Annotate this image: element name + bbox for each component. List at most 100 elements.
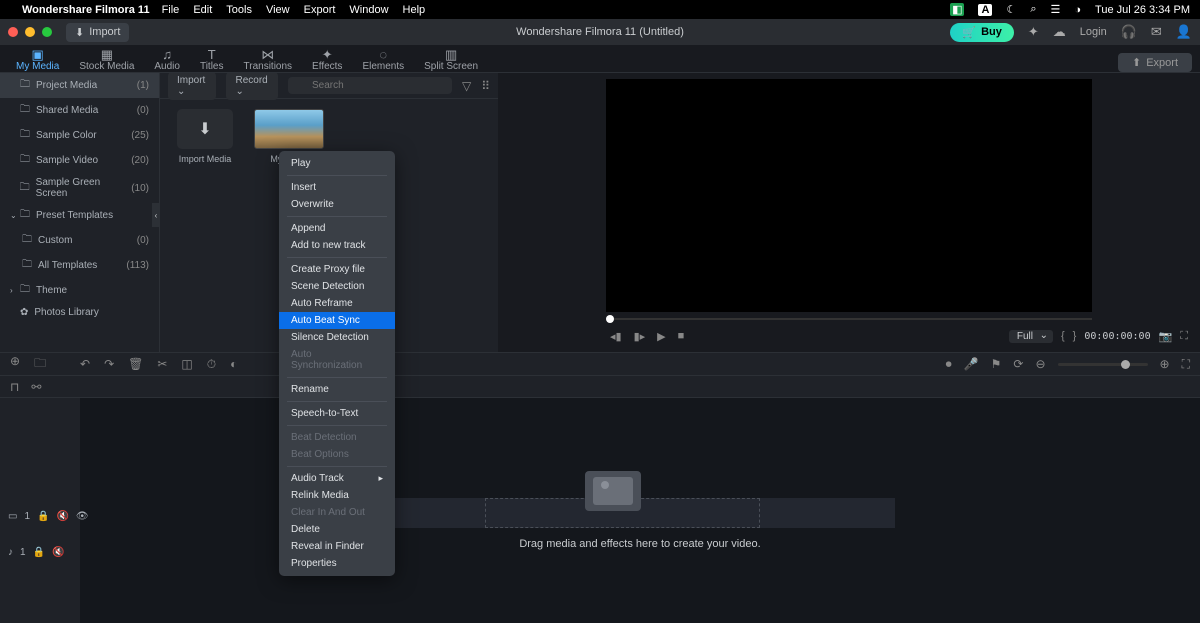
context-menu-item[interactable]: Speech-to-Text (279, 405, 395, 422)
menu-edit[interactable]: Edit (193, 4, 212, 16)
record-button[interactable]: ⏺ (946, 357, 952, 372)
zoom-knob[interactable] (1121, 360, 1130, 369)
context-menu-item[interactable]: Auto Beat Sync (279, 312, 395, 329)
status-icon-a[interactable]: A (978, 4, 992, 16)
mark-in-button[interactable]: { (1061, 330, 1065, 342)
context-menu-item[interactable]: Properties (279, 555, 395, 572)
context-menu-item[interactable]: Play (279, 155, 395, 172)
dnd-icon[interactable]: ☾ (1006, 3, 1016, 16)
sidebar-item-theme[interactable]: ›🗀Theme (0, 278, 159, 303)
tab-effects[interactable]: ✦Effects (302, 48, 352, 72)
context-menu-item[interactable]: Insert (279, 179, 395, 196)
siri-icon[interactable]: ◑ (1074, 4, 1081, 16)
render-button[interactable]: ⟳ (1013, 357, 1023, 371)
menu-tools[interactable]: Tools (226, 4, 252, 16)
tab-transitions[interactable]: ⋈Transitions (234, 48, 303, 72)
tab-elements[interactable]: ◌Elements (352, 48, 414, 72)
context-menu-item[interactable]: Rename (279, 381, 395, 398)
next-frame-button[interactable]: ▮▸ (634, 330, 646, 343)
mixer-button[interactable]: 🎤 (964, 357, 979, 371)
sidebar-item-sample-video[interactable]: 🗀Sample Video(20) (0, 148, 159, 173)
add-track-button[interactable]: ⊕ (10, 354, 20, 375)
split-button[interactable]: ✂ (157, 357, 167, 372)
sidebar-item-photos-library[interactable]: ✿Photos Library (0, 303, 159, 322)
mark-out-button[interactable]: } (1073, 330, 1077, 342)
sidebar-item-preset-templates[interactable]: ⌄🗀Preset Templates (0, 203, 159, 228)
buy-button[interactable]: 🛒 Buy (950, 23, 1013, 42)
tab-my-media[interactable]: ▣My Media (6, 48, 69, 72)
preview-video[interactable] (606, 79, 1092, 312)
prev-frame-button[interactable]: ◂▮ (610, 330, 622, 343)
undo-button[interactable]: ↶ (80, 357, 90, 372)
search-input[interactable] (288, 77, 452, 94)
import-media-cell[interactable]: ⬇ Import Media (170, 109, 240, 164)
minimize-window-icon[interactable] (25, 27, 35, 37)
context-menu-item[interactable]: Scene Detection (279, 278, 395, 295)
context-menu-item[interactable]: Silence Detection (279, 329, 395, 346)
tab-split-screen[interactable]: ▥Split Screen (414, 48, 488, 72)
context-menu-item[interactable]: Add to new track (279, 237, 395, 254)
sidebar-item-all-templates[interactable]: 🗀All Templates(113) (0, 253, 159, 278)
menu-view[interactable]: View (266, 4, 290, 16)
speed-button[interactable]: ⏱ (207, 357, 216, 372)
export-button[interactable]: ⬆Export (1118, 53, 1192, 72)
context-menu-item[interactable]: Audio Track (279, 470, 395, 487)
context-menu-item[interactable]: Create Proxy file (279, 261, 395, 278)
datetime[interactable]: Tue Jul 26 3:34 PM (1095, 4, 1190, 16)
sidebar-item-custom[interactable]: 🗀Custom(0) (0, 228, 159, 253)
delete-button[interactable]: 🗑 (128, 357, 143, 372)
lock-icon[interactable]: 🔒 (33, 547, 45, 558)
zoom-out-button[interactable]: ⊖ (1035, 357, 1045, 371)
magnet-button[interactable]: ⊓ (10, 380, 19, 394)
menu-window[interactable]: Window (349, 4, 388, 16)
timeline-tracks[interactable]: Drag media and effects here to create yo… (80, 398, 1200, 623)
filter-icon[interactable]: ▽ (462, 79, 471, 93)
import-dropdown[interactable]: Import ⌄ (168, 72, 216, 100)
menu-file[interactable]: File (162, 4, 180, 16)
context-menu-item[interactable]: Overwrite (279, 196, 395, 213)
sidebar-item-sample-green[interactable]: 🗀Sample Green Screen(10) (0, 173, 159, 203)
import-button[interactable]: ⬇ Import (66, 23, 129, 42)
zoom-slider[interactable] (1058, 363, 1148, 366)
context-menu-item[interactable]: Delete (279, 521, 395, 538)
context-menu-item[interactable]: Relink Media (279, 487, 395, 504)
preview-scrubber[interactable] (606, 312, 1092, 326)
status-icon[interactable]: ◧ (950, 3, 964, 16)
mail-icon[interactable]: ✉ (1151, 24, 1162, 40)
video-track-header[interactable]: ▭ 1 🔒 🔇 👁 (0, 498, 80, 534)
sidebar-collapse-button[interactable]: ‹ (152, 203, 160, 227)
grid-view-icon[interactable]: ⠿ (481, 79, 490, 93)
folder-button[interactable]: 🗀 (34, 354, 46, 375)
marker-button[interactable]: ⚑ (991, 357, 1002, 371)
stop-button[interactable]: ■ (678, 330, 685, 343)
tab-stock-media[interactable]: ▦Stock Media (69, 48, 144, 72)
playhead-icon[interactable] (606, 315, 614, 323)
context-menu-item[interactable]: Reveal in Finder (279, 538, 395, 555)
crop-button[interactable]: ◫ (181, 357, 192, 372)
play-button[interactable]: ▶ (657, 330, 665, 343)
cloud-icon[interactable]: ☁ (1053, 24, 1066, 40)
zoom-fit-button[interactable]: ⛶ (1182, 357, 1190, 372)
mute-icon[interactable]: 🔇 (52, 547, 64, 558)
maximize-window-icon[interactable] (42, 27, 52, 37)
traffic-lights[interactable] (8, 27, 52, 37)
record-dropdown[interactable]: Record ⌄ (226, 72, 277, 100)
color-button[interactable]: ◐ (230, 357, 237, 372)
sidebar-item-shared-media[interactable]: 🗀Shared Media(0) (0, 98, 159, 123)
headset-icon[interactable]: 🎧 (1121, 24, 1137, 40)
control-center-icon[interactable]: ☰ (1050, 3, 1060, 16)
tab-titles[interactable]: TTitles (190, 48, 234, 72)
link-button[interactable]: ⚯ (31, 380, 41, 394)
menu-export[interactable]: Export (304, 4, 336, 16)
sidebar-item-sample-color[interactable]: 🗀Sample Color(25) (0, 123, 159, 148)
login-link[interactable]: Login (1080, 26, 1107, 38)
context-menu-item[interactable]: Append (279, 220, 395, 237)
fullscreen-button[interactable]: ⛶ (1180, 330, 1188, 343)
context-menu-item[interactable]: Auto Reframe (279, 295, 395, 312)
menu-help[interactable]: Help (403, 4, 426, 16)
quality-dropdown[interactable]: Full (1009, 330, 1053, 343)
spotlight-icon[interactable]: ⌕ (1030, 3, 1036, 16)
snapshot-button[interactable]: 📷 (1159, 330, 1173, 343)
sparkle-icon[interactable]: ✦ (1028, 24, 1039, 40)
user-icon[interactable]: 👤 (1176, 24, 1192, 40)
